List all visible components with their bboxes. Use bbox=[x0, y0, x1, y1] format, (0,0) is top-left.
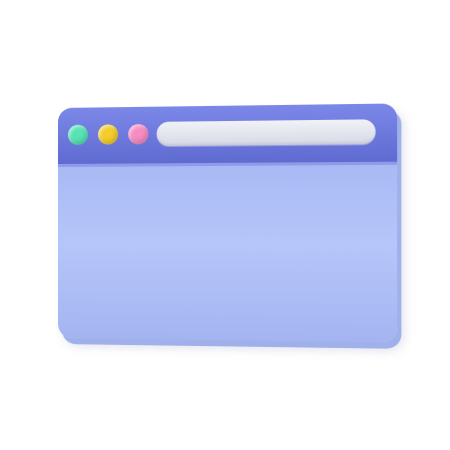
window-titlebar bbox=[58, 103, 398, 167]
window-content-area bbox=[58, 164, 398, 343]
close-dot-icon[interactable] bbox=[67, 124, 88, 145]
minimize-dot-icon[interactable] bbox=[97, 124, 119, 145]
illustration-stage bbox=[0, 0, 450, 450]
maximize-dot-icon[interactable] bbox=[128, 123, 149, 145]
browser-window bbox=[58, 103, 398, 343]
address-bar[interactable] bbox=[156, 119, 376, 147]
